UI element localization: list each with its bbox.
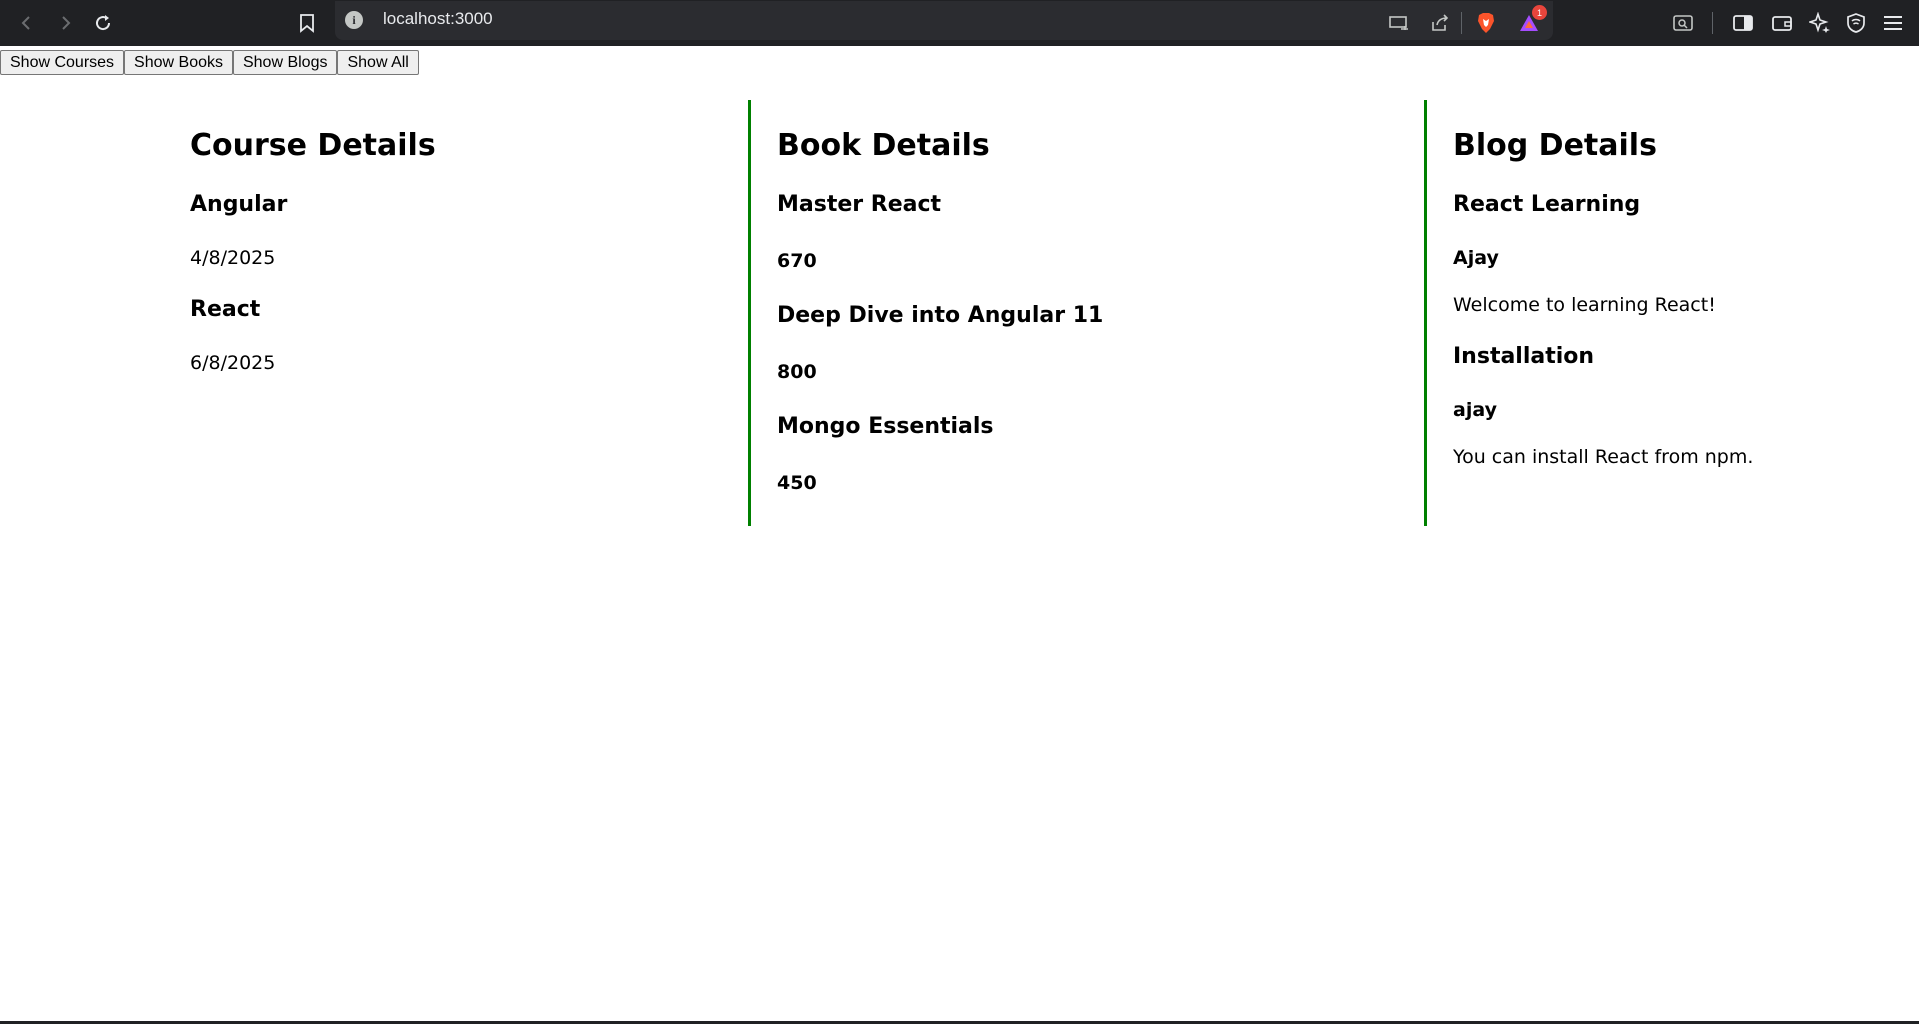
- book-details-panel: Book Details Master React 670 Deep Dive …: [748, 100, 1424, 526]
- reload-icon[interactable]: [88, 8, 118, 38]
- blog-title: Installation: [1453, 344, 1595, 369]
- book-name: Deep Dive into Angular 11: [777, 303, 1104, 328]
- toolbar-separator: [1712, 12, 1713, 34]
- course-date: 4/8/2025: [190, 247, 276, 269]
- vpn-icon[interactable]: [1841, 8, 1871, 38]
- brave-rewards-icon[interactable]: 1: [1514, 5, 1547, 38]
- show-books-button[interactable]: Show Books: [124, 50, 233, 75]
- filter-button-row: Show Courses Show Books Show Blogs Show …: [0, 50, 419, 75]
- blog-details-panel: Blog Details React Learning Ajay Welcome…: [1424, 100, 1919, 526]
- book-name: Mongo Essentials: [777, 414, 994, 439]
- course-name: Angular: [190, 192, 288, 217]
- blog-author: Ajay: [1453, 247, 1499, 269]
- blog-content: You can install React from npm.: [1453, 446, 1754, 468]
- wallet-icon[interactable]: [1767, 8, 1797, 38]
- blog-author: ajay: [1453, 399, 1497, 421]
- course-details-heading: Course Details: [190, 128, 436, 163]
- book-price: 450: [777, 472, 817, 494]
- book-price: 670: [777, 250, 817, 272]
- course-name: React: [190, 297, 261, 322]
- share-icon[interactable]: [1425, 8, 1455, 38]
- book-details-heading: Book Details: [777, 128, 990, 163]
- book-price: 800: [777, 361, 817, 383]
- blog-details-heading: Blog Details: [1453, 128, 1657, 163]
- brave-shields-icon[interactable]: [1471, 8, 1501, 38]
- show-blogs-button[interactable]: Show Blogs: [232, 50, 338, 75]
- course-date: 6/8/2025: [190, 352, 276, 374]
- forward-icon[interactable]: [50, 8, 80, 38]
- address-bar[interactable]: [335, 1, 1553, 40]
- url-text[interactable]: localhost:3000: [383, 9, 493, 29]
- sidebar-icon[interactable]: [1728, 8, 1758, 38]
- notification-badge: 1: [1532, 5, 1547, 20]
- browser-toolbar: i localhost:3000 1: [0, 0, 1919, 46]
- tab-search-icon[interactable]: [1668, 8, 1698, 38]
- toolbar-separator: [1461, 12, 1462, 34]
- menu-icon[interactable]: [1878, 8, 1908, 38]
- show-courses-button[interactable]: Show Courses: [0, 50, 125, 75]
- cast-icon[interactable]: [1384, 8, 1414, 38]
- book-name: Master React: [777, 192, 942, 217]
- leo-ai-icon[interactable]: [1805, 8, 1835, 38]
- site-info-icon[interactable]: i: [345, 11, 363, 29]
- blog-content: Welcome to learning React!: [1453, 294, 1716, 316]
- bookmark-icon[interactable]: [292, 8, 322, 38]
- course-details-panel: Course Details Angular 4/8/2025 React 6/…: [0, 100, 748, 526]
- blog-title: React Learning: [1453, 192, 1641, 217]
- show-all-button[interactable]: Show All: [337, 50, 419, 75]
- back-icon[interactable]: [12, 8, 42, 38]
